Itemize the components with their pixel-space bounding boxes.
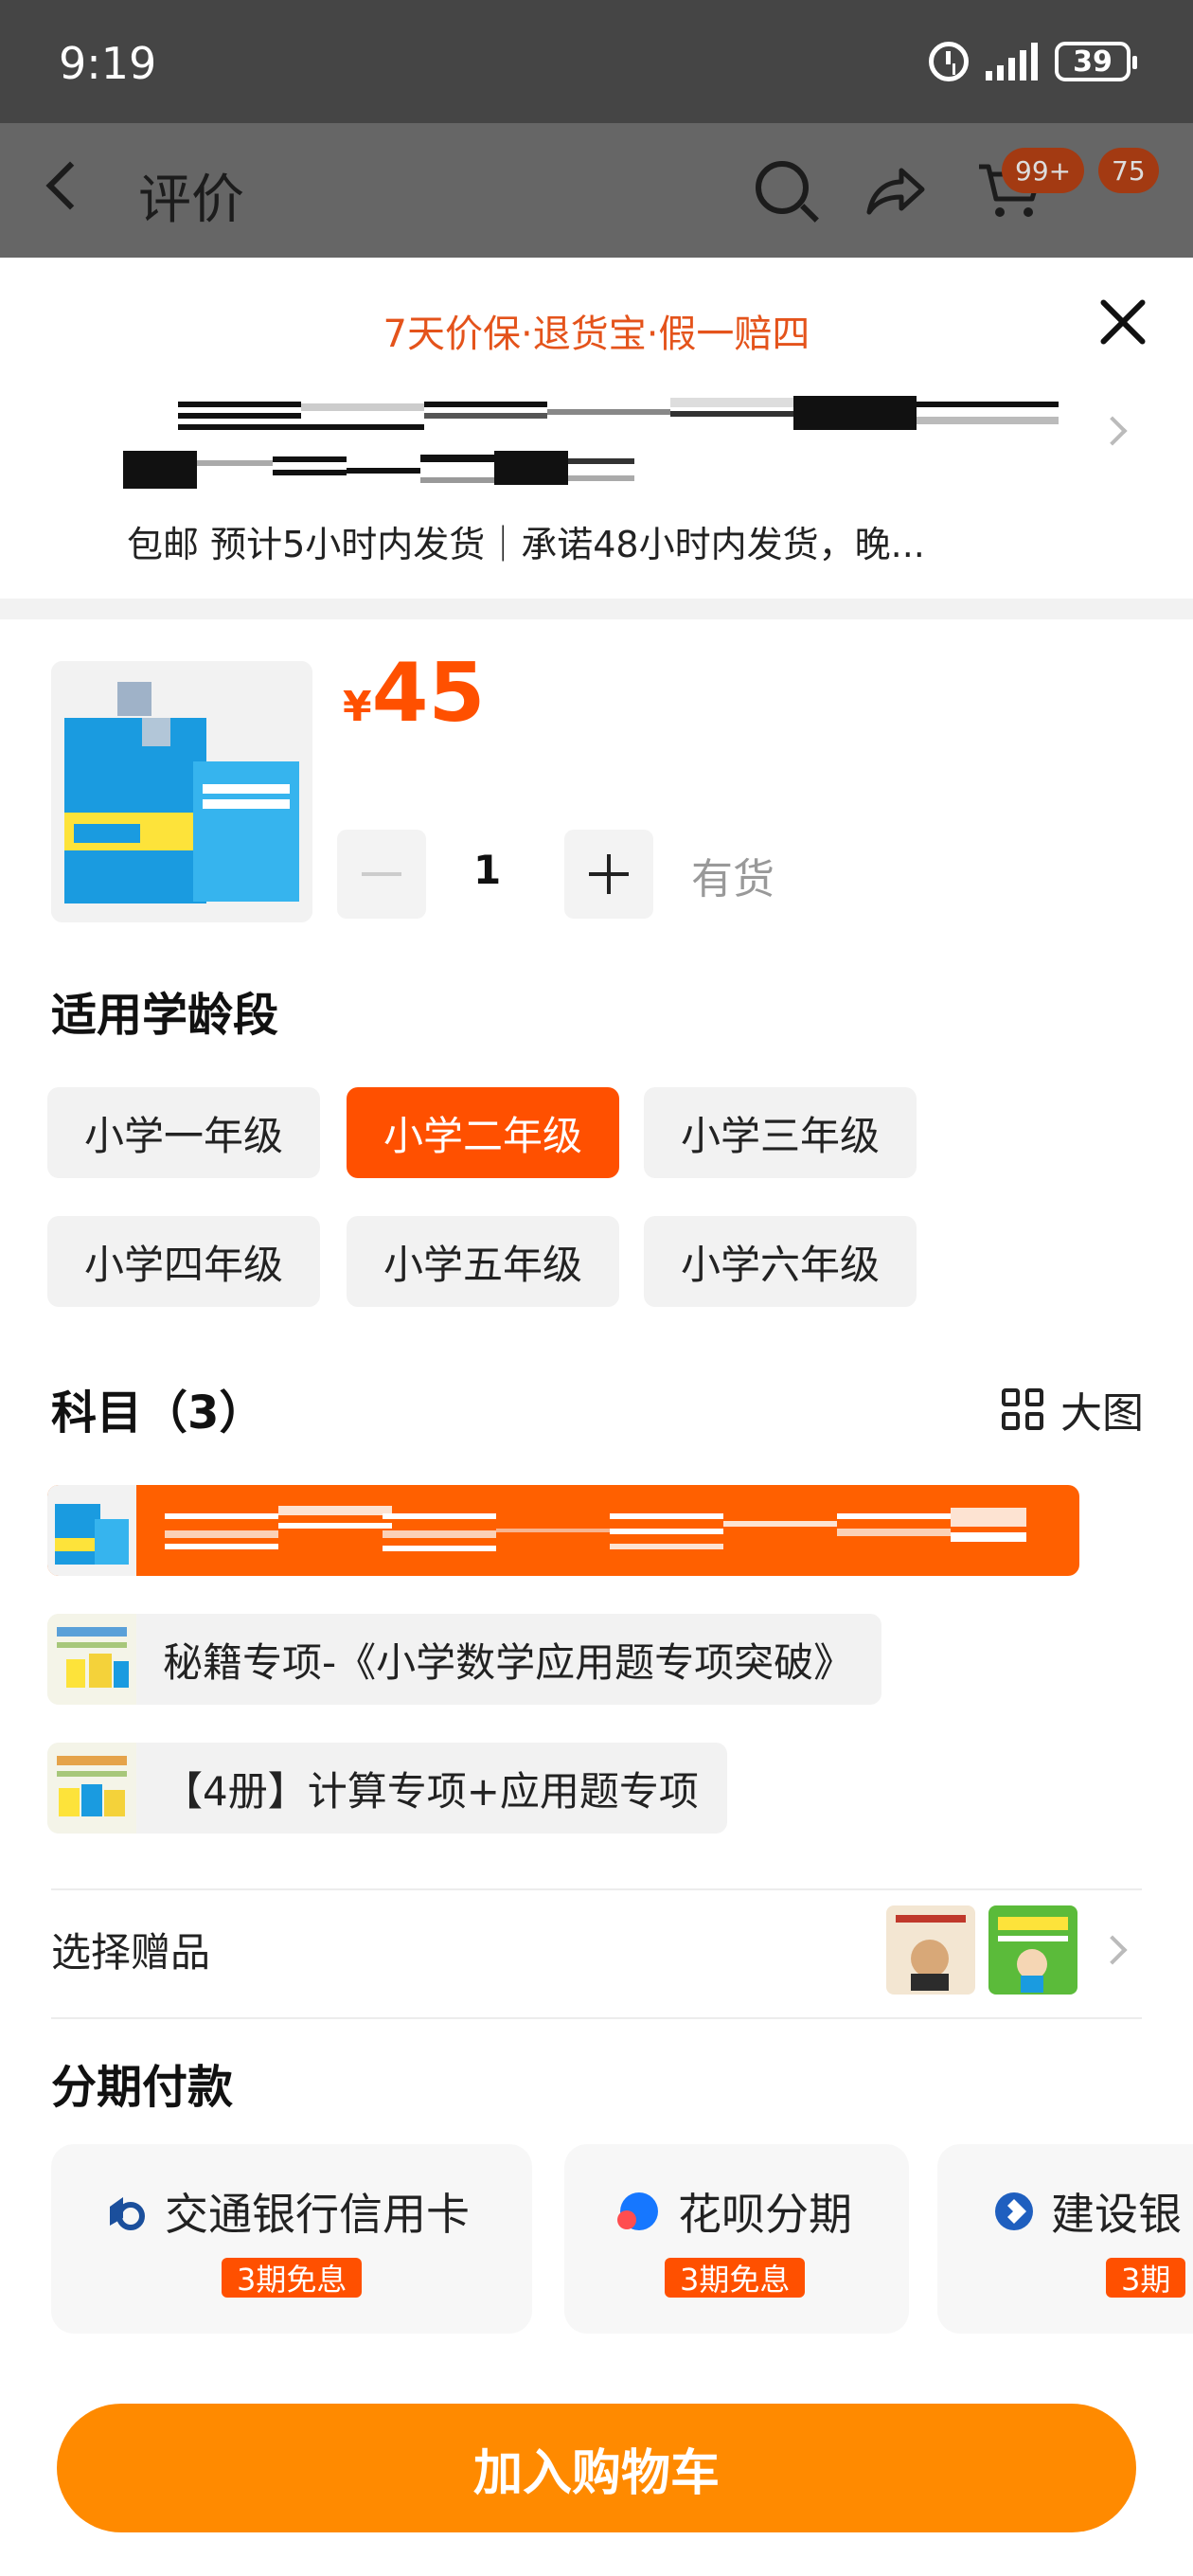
subject-label: 【4册】计算专项+应用题专项 xyxy=(163,1767,699,1815)
subject-option-3[interactable]: 【4册】计算专项+应用题专项 xyxy=(47,1743,727,1834)
grade-option-2-selected[interactable]: 小学二年级 xyxy=(347,1087,619,1178)
subject-thumb xyxy=(47,1614,136,1705)
installment-badge: 3期 xyxy=(1106,2258,1186,2298)
big-view-label: 大图 xyxy=(1060,1389,1144,1438)
bocom-logo-icon xyxy=(110,2197,145,2230)
row-divider xyxy=(51,2017,1142,2019)
status-icons: 39 xyxy=(929,42,1137,81)
grade-option-4[interactable]: 小学四年级 xyxy=(47,1216,320,1307)
installment-section-title: 分期付款 xyxy=(51,2061,234,2114)
alarm-icon xyxy=(929,42,969,81)
grade-option-5[interactable]: 小学五年级 xyxy=(347,1216,619,1307)
close-icon[interactable] xyxy=(1096,295,1149,349)
back-icon[interactable] xyxy=(45,161,95,210)
installment-badge: 3期免息 xyxy=(222,2258,363,2298)
shipping-info: 包邮 预计5小时内发货｜承诺48小时内发货，晚... xyxy=(127,524,925,565)
subject-option-2[interactable]: 秘籍专项-《小学数学应用题专项突破》 xyxy=(47,1614,882,1705)
address-redacted[interactable] xyxy=(123,390,1070,504)
gift-thumb-2[interactable] xyxy=(988,1905,1077,1995)
add-to-cart-button[interactable]: 加入购物车 xyxy=(57,2404,1136,2532)
grade-option-1[interactable]: 小学一年级 xyxy=(47,1087,320,1178)
grade-section-title: 适用学龄段 xyxy=(51,989,279,1042)
quantity-value[interactable]: 1 xyxy=(473,847,501,893)
subject-option-1-selected[interactable] xyxy=(47,1485,1079,1576)
ccb-logo-icon xyxy=(995,2192,1033,2230)
row-divider xyxy=(51,1888,1142,1890)
grade-option-6[interactable]: 小学六年级 xyxy=(644,1216,917,1307)
section-divider xyxy=(0,599,1193,619)
status-bar: 9:19 39 xyxy=(0,0,1193,123)
signal-icon xyxy=(986,43,1038,80)
installment-name: 交通银行信用卡 xyxy=(165,2189,470,2240)
page-title: 评价 xyxy=(138,170,244,231)
share-icon[interactable] xyxy=(864,163,926,218)
promo-line: 7天价保·退货宝·假一赔四 xyxy=(383,313,810,356)
stock-status: 有货 xyxy=(691,855,775,903)
installment-option-huabei[interactable]: 花呗分期 3期免息 xyxy=(564,2144,909,2334)
price-value: 45 xyxy=(371,646,486,741)
grid-view-icon xyxy=(1002,1388,1043,1430)
quantity-decrease-button[interactable] xyxy=(337,830,426,919)
status-time: 9:19 xyxy=(59,38,157,89)
huabei-logo-icon xyxy=(617,2192,658,2230)
grade-option-3[interactable]: 小学三年级 xyxy=(644,1087,917,1178)
gift-label[interactable]: 选择赠品 xyxy=(51,1921,210,1978)
big-view-toggle[interactable]: 大图 xyxy=(1002,1379,1144,1440)
quantity-increase-button[interactable] xyxy=(564,830,653,919)
subject-label: 秘籍专项-《小学数学应用题专项突破》 xyxy=(163,1638,854,1686)
message-badge: 75 xyxy=(1098,148,1159,193)
installment-option-ccb[interactable]: 建设银 3期 xyxy=(937,2144,1193,2334)
subject-thumb xyxy=(47,1485,136,1576)
chevron-right-icon[interactable] xyxy=(1097,1935,1128,1965)
gift-thumb-1[interactable] xyxy=(886,1905,975,1995)
battery-level: 39 xyxy=(1073,45,1113,79)
chevron-right-icon[interactable] xyxy=(1097,416,1128,446)
installment-name: 花呗分期 xyxy=(678,2189,852,2240)
price: ¥45 xyxy=(343,646,485,741)
cart-badge: 99+ xyxy=(1002,148,1085,193)
installment-badge: 3期免息 xyxy=(665,2258,806,2298)
search-icon[interactable] xyxy=(756,161,809,214)
product-image[interactable] xyxy=(51,661,312,922)
subject-label-redacted xyxy=(165,1506,1026,1551)
sku-sheet: 7天价保·退货宝·假一赔四 包邮 预计5小时内发货｜承诺48小时内发货，晚... xyxy=(0,258,1193,2576)
nav-bar: 评价 99+ 75 xyxy=(0,123,1193,258)
installment-option-bocom[interactable]: 交通银行信用卡 3期免息 xyxy=(51,2144,532,2334)
battery-icon: 39 xyxy=(1055,42,1137,81)
price-currency: ¥ xyxy=(343,683,372,731)
subject-section-title: 科目（3） xyxy=(51,1386,265,1440)
subject-thumb xyxy=(47,1743,136,1834)
installment-name: 建设银 xyxy=(1051,2189,1182,2240)
